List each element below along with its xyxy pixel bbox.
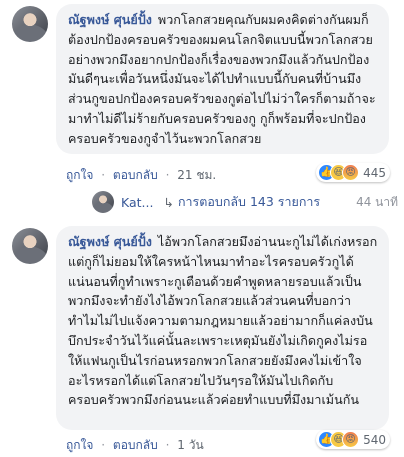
reply-arrow-icon: ↳ bbox=[163, 194, 174, 210]
comment-timestamp[interactable]: 1 วัน bbox=[177, 438, 203, 452]
view-replies-link[interactable]: การตอบกลับ 143 รายการ bbox=[178, 192, 320, 212]
reaction-summary[interactable]: 👍 😆 😡 540 bbox=[316, 430, 390, 449]
separator-dot: · bbox=[101, 168, 106, 182]
separator-dot: · bbox=[165, 168, 170, 182]
comment-bubble: ณัฐพงษ์ ศุนย์ปั้ง ไอ้พวกโลกสวยมึงอ่านนะกู… bbox=[56, 226, 389, 430]
angry-icon: 😡 bbox=[342, 164, 360, 181]
commenter-avatar[interactable] bbox=[12, 6, 48, 42]
comment-text: พวกโลกสวยคุณกับผมคงคิดต่างกันผมก็ต้องปกป… bbox=[68, 12, 376, 146]
reply-timestamp: 44 นาที bbox=[356, 194, 398, 209]
commenter-avatar[interactable] bbox=[12, 228, 48, 264]
comment-actions: ถูกใจ · ตอบกลับ · 21 ชม. bbox=[66, 166, 216, 185]
separator-dot: · bbox=[101, 438, 106, 452]
comment-text: ไอ้พวกโลกสวยมึงอ่านนะกูไม่ได้เก่งหรอกแต่… bbox=[68, 234, 378, 408]
separator-dot: · bbox=[165, 438, 170, 452]
reaction-count: 445 bbox=[363, 165, 386, 180]
like-link[interactable]: ถูกใจ bbox=[66, 438, 93, 452]
reply-avatar bbox=[92, 191, 114, 213]
comment-author[interactable]: ณัฐพงษ์ ศุนย์ปั้ง bbox=[68, 12, 152, 27]
replies-summary-row[interactable]: Kat... ↳ การตอบกลับ 143 รายการ 44 นาที bbox=[92, 190, 398, 214]
reaction-count: 540 bbox=[363, 432, 386, 447]
comment-author[interactable]: ณัฐพงษ์ ศุนย์ปั้ง bbox=[68, 234, 152, 249]
angry-icon: 😡 bbox=[342, 431, 360, 448]
like-link[interactable]: ถูกใจ bbox=[66, 168, 93, 182]
reply-link[interactable]: ตอบกลับ bbox=[113, 168, 158, 182]
reaction-summary[interactable]: 👍 😆 😡 445 bbox=[316, 163, 390, 182]
reply-link[interactable]: ตอบกลับ bbox=[113, 438, 158, 452]
reply-author[interactable]: Kat... bbox=[121, 195, 153, 210]
comment-timestamp[interactable]: 21 ชม. bbox=[177, 168, 216, 182]
comment-bubble: ณัฐพงษ์ ศุนย์ปั้ง พวกโลกสวยคุณกับผมคงคิดต… bbox=[56, 4, 389, 154]
comment-actions: ถูกใจ · ตอบกลับ · 1 วัน bbox=[66, 436, 204, 455]
